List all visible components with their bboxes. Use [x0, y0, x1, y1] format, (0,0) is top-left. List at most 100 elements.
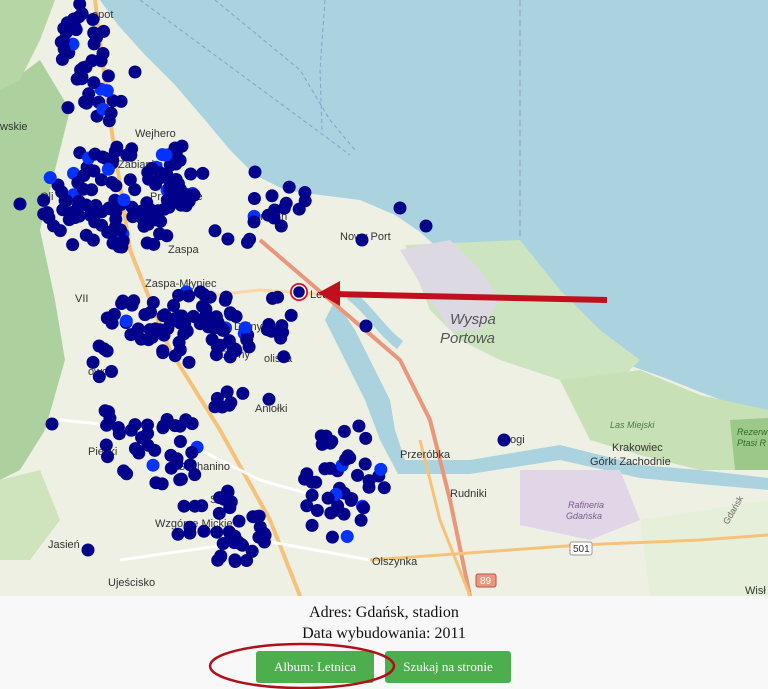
location-marker[interactable]: [196, 166, 210, 180]
location-marker[interactable]: [228, 553, 242, 567]
location-marker[interactable]: [300, 467, 314, 481]
location-marker[interactable]: [119, 314, 133, 328]
location-marker[interactable]: [140, 196, 154, 210]
location-marker[interactable]: [197, 524, 211, 538]
selected-location-marker[interactable]: [290, 283, 308, 301]
location-marker[interactable]: [362, 474, 376, 488]
location-marker[interactable]: [298, 186, 312, 199]
location-marker[interactable]: [57, 42, 71, 56]
location-marker[interactable]: [240, 554, 254, 567]
location-marker[interactable]: [172, 181, 185, 195]
location-marker[interactable]: [66, 238, 80, 252]
location-marker[interactable]: [377, 481, 391, 495]
location-marker[interactable]: [149, 476, 163, 490]
location-marker[interactable]: [173, 435, 187, 448]
location-marker[interactable]: [393, 201, 407, 215]
location-marker[interactable]: [138, 308, 152, 322]
location-marker[interactable]: [87, 164, 101, 178]
location-marker[interactable]: [197, 287, 211, 301]
location-marker[interactable]: [179, 413, 193, 427]
location-marker[interactable]: [355, 233, 369, 247]
location-marker[interactable]: [357, 501, 371, 515]
location-marker[interactable]: [101, 69, 115, 83]
location-marker[interactable]: [262, 318, 276, 331]
location-marker[interactable]: [238, 321, 252, 335]
location-marker[interactable]: [305, 488, 319, 502]
location-marker[interactable]: [178, 316, 192, 330]
location-marker[interactable]: [141, 418, 154, 432]
location-marker[interactable]: [232, 514, 246, 528]
location-marker[interactable]: [92, 370, 106, 384]
location-marker[interactable]: [248, 165, 262, 179]
location-marker[interactable]: [224, 528, 237, 542]
location-marker[interactable]: [149, 178, 162, 191]
location-marker[interactable]: [86, 13, 100, 26]
location-marker[interactable]: [143, 323, 157, 337]
location-marker[interactable]: [157, 419, 170, 433]
location-marker[interactable]: [86, 355, 100, 369]
location-marker[interactable]: [274, 331, 288, 345]
location-marker[interactable]: [262, 392, 276, 406]
location-marker[interactable]: [124, 423, 138, 437]
location-marker[interactable]: [358, 457, 372, 471]
location-marker[interactable]: [68, 211, 82, 224]
location-marker[interactable]: [182, 355, 196, 369]
location-marker[interactable]: [101, 450, 114, 464]
location-marker[interactable]: [266, 291, 279, 305]
location-marker[interactable]: [419, 219, 433, 233]
location-marker[interactable]: [146, 458, 160, 472]
location-marker[interactable]: [71, 199, 85, 213]
location-marker[interactable]: [164, 461, 178, 475]
location-marker[interactable]: [61, 101, 75, 115]
location-marker[interactable]: [210, 525, 224, 539]
location-marker[interactable]: [58, 194, 72, 208]
location-marker[interactable]: [109, 220, 122, 234]
location-marker[interactable]: [171, 527, 185, 541]
location-marker[interactable]: [82, 87, 96, 101]
location-marker[interactable]: [53, 224, 67, 238]
location-marker[interactable]: [212, 506, 226, 520]
location-marker[interactable]: [43, 171, 57, 185]
location-marker[interactable]: [275, 319, 289, 333]
location-marker[interactable]: [497, 433, 511, 447]
location-marker[interactable]: [184, 167, 198, 181]
search-on-site-button[interactable]: Szukaj na stronie: [385, 651, 511, 683]
location-marker[interactable]: [81, 543, 95, 557]
location-marker[interactable]: [196, 299, 209, 313]
location-marker[interactable]: [261, 208, 275, 222]
location-marker[interactable]: [88, 147, 102, 161]
location-marker[interactable]: [209, 348, 223, 362]
location-marker[interactable]: [156, 344, 170, 358]
location-marker[interactable]: [99, 438, 113, 452]
location-marker[interactable]: [13, 197, 27, 211]
location-marker[interactable]: [86, 233, 100, 247]
location-marker[interactable]: [187, 188, 201, 202]
location-marker[interactable]: [120, 467, 134, 481]
location-marker[interactable]: [153, 166, 167, 180]
location-marker[interactable]: [359, 431, 373, 445]
location-marker[interactable]: [252, 509, 266, 523]
location-marker[interactable]: [138, 430, 152, 444]
location-marker[interactable]: [188, 468, 202, 482]
location-marker[interactable]: [156, 309, 170, 323]
location-marker[interactable]: [120, 148, 134, 162]
location-marker[interactable]: [337, 424, 351, 438]
location-marker[interactable]: [157, 202, 171, 216]
location-marker[interactable]: [214, 320, 228, 334]
location-marker[interactable]: [337, 507, 351, 521]
location-marker[interactable]: [352, 419, 366, 433]
location-marker[interactable]: [201, 320, 215, 334]
location-marker[interactable]: [221, 232, 235, 246]
location-marker[interactable]: [315, 437, 329, 451]
location-marker[interactable]: [241, 235, 254, 249]
location-marker[interactable]: [323, 461, 337, 475]
location-marker[interactable]: [72, 10, 86, 24]
location-marker[interactable]: [217, 492, 231, 506]
location-marker[interactable]: [95, 218, 109, 232]
location-marker[interactable]: [185, 446, 199, 459]
location-marker[interactable]: [215, 400, 229, 414]
location-marker[interactable]: [173, 343, 187, 357]
location-marker[interactable]: [359, 319, 373, 333]
location-marker[interactable]: [37, 193, 51, 207]
location-marker[interactable]: [87, 37, 101, 51]
